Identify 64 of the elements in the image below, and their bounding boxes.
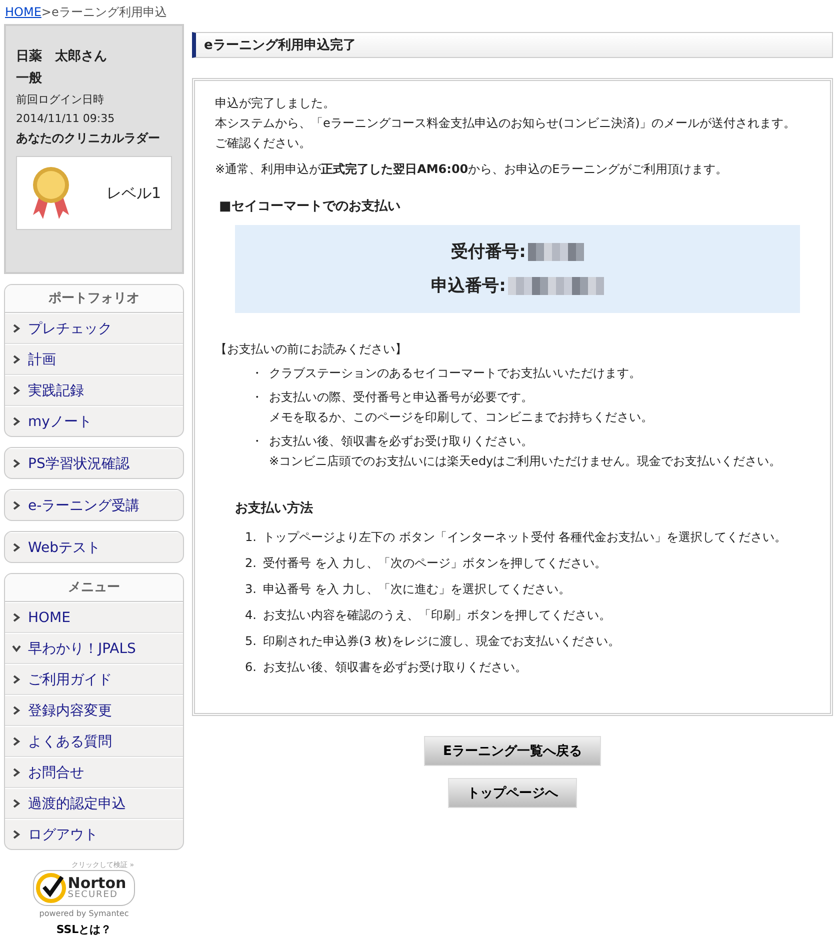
method-heading: お支払い方法 (235, 500, 314, 518)
step-number: 6. (245, 659, 257, 676)
notice-text: ※通常、利用申込が正式完了した翌日AM6:00から、お申込のEラーニングがご利用頂けます。 (215, 161, 729, 178)
nav-item[interactable]: プレチェック (5, 313, 183, 344)
breadcrumb-current: >eラーニング利用申込 (41, 5, 167, 19)
step-text: 申込番号 を入 力し、「次に進む」を選択してください。 (263, 581, 571, 598)
norton-badge[interactable]: Norton SECURED (32, 870, 136, 906)
level-text: レベル1 (106, 184, 161, 202)
message-text: ご確認ください。 (215, 135, 312, 152)
nav-item[interactable]: e-ラーニング受講 (5, 490, 183, 520)
ssl-link[interactable]: SSLとは？ (56, 922, 112, 937)
nav-item[interactable]: ご利用ガイド (5, 664, 183, 695)
user-name: 日薬 太郎さん (16, 48, 108, 66)
powered-by-text: powered by Symantec (39, 909, 129, 918)
payment-heading: ■セイコーマートでのお支払い (219, 198, 402, 216)
last-login-date: 2014/11/11 09:35 (16, 111, 116, 127)
number-label: 申込番号: (431, 275, 506, 298)
nav-item[interactable]: HOME (5, 602, 183, 633)
step-number: 1. (245, 529, 257, 546)
nav-item[interactable]: myノート (5, 406, 183, 436)
home-link[interactable]: HOME (5, 5, 42, 19)
norton-brand: Norton (68, 876, 126, 891)
step-text: トップページより左下の ボタン「インターネット受付 各種代金お支払い」を選択してください。 (263, 529, 787, 546)
bullet: ・ (251, 365, 264, 382)
step-number: 2. (245, 555, 257, 572)
user-type: 一般 (16, 70, 43, 88)
notes-heading: 【お支払いの前にお読みください】 (215, 341, 408, 358)
nav-button[interactable]: Eラーニング一覧へ戻る (424, 736, 601, 766)
nav-item[interactable]: 過渡的認定申込 (5, 788, 183, 819)
step-number: 4. (245, 607, 257, 624)
nav-item[interactable]: PS学習状況確認 (5, 448, 183, 478)
nav-item[interactable]: Webテスト (5, 532, 183, 562)
step-text: お支払い後、領収書を必ずお受け取りください。 (263, 659, 527, 676)
bullet: ・ (251, 389, 264, 406)
note-text: クラブステーションのあるセイコーマートでお支払いいただけます。 (269, 365, 641, 382)
message-text: 申込が完了しました。 (215, 95, 336, 112)
last-login-label: 前回ログイン日時 (16, 92, 105, 108)
note-text: メモを取るか、このページを印刷して、コンビニまでお持ちください。 (269, 409, 653, 426)
ladder-label: あなたのクリニカルラダー (16, 130, 161, 147)
nav-item[interactable]: ログアウト (5, 819, 183, 849)
nav-item[interactable]: 早わかり！JPALS (5, 633, 183, 664)
bullet: ・ (251, 433, 264, 450)
step-number: 3. (245, 581, 257, 598)
note-text: お支払いの際、受付番号と申込番号が必要です。 (269, 389, 534, 406)
step-text: お支払い内容を確認のうえ、「印刷」ボタンを押してください。 (263, 607, 611, 624)
note-text: ※コンビニ店頭でのお支払いには楽天edyはご利用いただけません。現金でお支払いください。 (269, 453, 782, 470)
number-label: 受付番号: (451, 241, 526, 264)
blurred-number (528, 243, 584, 261)
step-number: 5. (245, 633, 257, 650)
secured-text: SECURED (68, 891, 119, 900)
nav-item[interactable]: お問合せ (5, 757, 183, 788)
checkmark-icon (36, 873, 66, 903)
nav-heading: メニュー (5, 574, 183, 602)
nav-button[interactable]: トップページへ (448, 778, 577, 808)
page-title: eラーニング利用申込完了 (192, 32, 833, 58)
nav-item[interactable]: 計画 (5, 344, 183, 375)
message-text: 本システムから、「eラーニングコース料金支払申込のお知らせ(コンビニ決済)」のメールが送付されます。 (215, 115, 797, 132)
nav-item[interactable]: 実践記録 (5, 375, 183, 406)
nav-heading: ポートフォリオ (5, 285, 183, 313)
step-text: 印刷された申込券(3 枚)をレジに渡し、現金でお支払いください。 (263, 633, 620, 650)
note-text: お支払い後、領収書を必ずお受け取りください。 (269, 433, 534, 450)
nav-item[interactable]: よくある質問 (5, 726, 183, 757)
nav-item[interactable]: 登録内容変更 (5, 695, 183, 726)
step-text: 受付番号 を入 力し、「次のページ」ボタンを押してください。 (263, 555, 607, 572)
